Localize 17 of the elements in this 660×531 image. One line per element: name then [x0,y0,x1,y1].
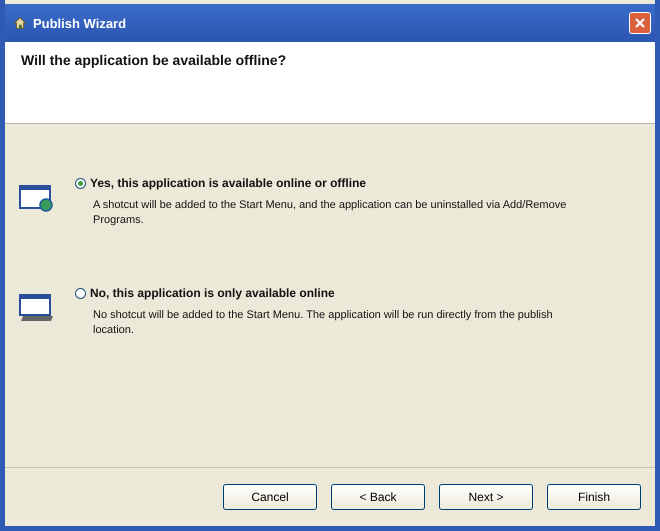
close-button[interactable] [629,12,651,34]
window-globe-icon [19,184,55,212]
option-description: A shotcut will be added to the Start Menu, and the application can be uninstalled via Add/Remove Programs. [93,198,568,228]
radio-button[interactable] [75,178,86,188]
laptop-icon [19,294,55,322]
option-description: No shotcut will be added to the Start Menu. The application will be run directly from the publish location. [93,308,554,338]
page-heading: Will the application be available offline? [21,52,286,68]
radio-option[interactable]: No, this application is only available online [75,286,573,300]
window-title: Publish Wizard [33,16,128,30]
wizard-button[interactable]: Cancel [223,484,317,510]
wizard-button[interactable]: Finish [547,484,641,510]
radio-button[interactable] [75,288,86,298]
wizard-button[interactable]: Next > [439,484,533,510]
radio-option[interactable]: Yes, this application is available online or offline [75,176,573,190]
close-icon [634,17,646,29]
house-icon [13,16,27,30]
wizard-button[interactable]: < Back [331,484,425,510]
